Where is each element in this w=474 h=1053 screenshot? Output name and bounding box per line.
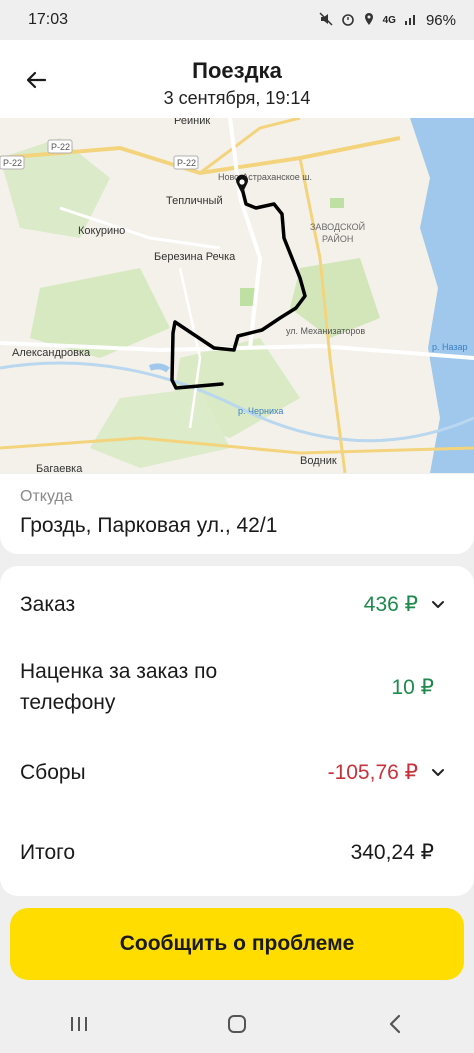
status-bar: 17:03 4G 96% [0,0,474,40]
total-label: Итого [20,840,76,864]
signal-icon [404,12,418,29]
network-type: 4G [382,14,396,26]
alarm-icon [341,12,355,29]
map-label-bagaevka: Багаевка [36,463,83,473]
recent-apps-button[interactable] [49,1004,109,1044]
fees-label: Сборы [20,760,86,784]
map-label-aleksandrovka: Александровка [12,347,91,359]
phone-surcharge-label: Наценка за заказ по телефону [20,660,218,714]
order-value: 436 ₽ [363,592,418,616]
back-nav-icon [389,1014,401,1034]
location-icon [363,12,375,29]
report-problem-button[interactable]: Сообщить о проблеме [10,908,464,980]
system-back-button[interactable] [365,1004,425,1044]
total-row: Итого 340,24 ₽ [0,832,474,872]
fees-row[interactable]: Сборы -105,76 ₽ [0,752,474,792]
pickup-address: Гроздь, Парковая ул., 42/1 [20,514,278,537]
order-label: Заказ [20,592,76,616]
map-label-r22-mid: Р-22 [177,158,196,168]
map-label-zavodskoy-1: ЗАВОДСКОЙ [310,221,365,232]
map-label-kokurino: Кокурино [78,225,125,237]
map-label-r22-left: Р-22 [3,158,22,168]
price-breakdown-card: Заказ 436 ₽ Наценка за заказ по телефону… [0,566,474,896]
map-label-reinik: Реиник [174,118,210,127]
pickup-label: Откуда [20,488,73,505]
phone-surcharge-row: Наценка за заказ по телефону 10 ₽ [0,652,474,722]
battery-level: 96% [425,11,456,29]
trip-datetime: 3 сентября, 19:14 [163,88,311,108]
chevron-down-icon [432,601,444,608]
trip-map[interactable]: Р-22 Р-22 Р-22 Реиник Ново-Астраханское … [0,118,474,473]
status-icons: 4G 96% [319,12,456,29]
recent-apps-icon [71,1017,87,1031]
app-header: Поездка 3 сентября, 19:14 [0,40,474,120]
order-row[interactable]: Заказ 436 ₽ [0,584,474,624]
map-label-chernikha: р. Черниха [238,406,283,416]
pickup-card: Откуда Гроздь, Парковая ул., 42/1 [0,474,474,554]
page-title: Поездка [192,58,282,83]
chevron-down-icon [432,769,444,776]
map-label-vodnik: Водник [300,455,337,467]
map-label-nazar: р. Назар [432,342,468,352]
phone-surcharge-value: 10 ₽ [391,675,434,699]
mute-icon [319,11,333,29]
map-label-berezina: Березина Речка [154,251,236,263]
fees-value: -105,76 ₽ [327,760,418,784]
map-label-mechanizatorov: ул. Механизаторов [286,326,365,336]
map-label-r22-top: Р-22 [51,142,70,152]
map-canvas: Р-22 Р-22 Р-22 Реиник Ново-Астраханское … [0,118,474,473]
status-time: 17:03 [28,11,69,28]
map-label-zavodskoy-2: РАЙОН [322,233,353,244]
map-label-teplichny: Тепличный [166,195,223,207]
home-button[interactable] [207,1004,267,1044]
system-nav-bar [0,995,474,1053]
map-label-novo: Ново-Астраханское ш. [218,172,312,182]
total-value: 340,24 ₽ [350,840,434,864]
home-icon [228,1015,246,1033]
